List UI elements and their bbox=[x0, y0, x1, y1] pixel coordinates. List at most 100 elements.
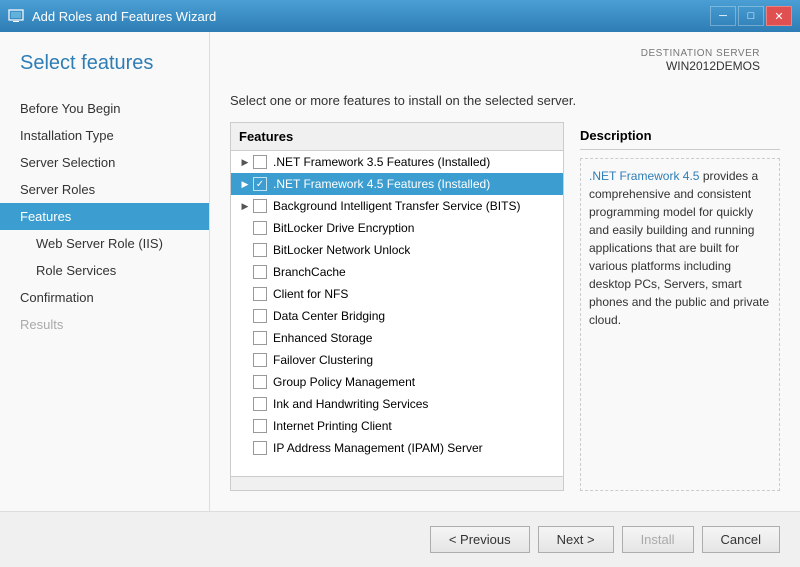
cancel-button[interactable]: Cancel bbox=[702, 526, 780, 553]
feature-label-bitlocker-network: BitLocker Network Unlock bbox=[273, 243, 410, 257]
expand-icon-ipam bbox=[237, 440, 253, 456]
description-link[interactable]: .NET Framework 4.5 bbox=[589, 169, 699, 183]
feature-item-bitlocker[interactable]: BitLocker Drive Encryption bbox=[231, 217, 563, 239]
feature-label-enhanced-storage: Enhanced Storage bbox=[273, 331, 372, 345]
checkbox-bitlocker-network[interactable] bbox=[253, 243, 267, 257]
feature-item-datacenter-bridging[interactable]: Data Center Bridging bbox=[231, 305, 563, 327]
expand-icon-branchcache bbox=[237, 264, 253, 280]
sidebar-item-server-roles[interactable]: Server Roles bbox=[0, 176, 209, 203]
app-icon bbox=[8, 8, 24, 24]
feature-item-internet-printing[interactable]: Internet Printing Client bbox=[231, 415, 563, 437]
feature-item-branchcache[interactable]: BranchCache bbox=[231, 261, 563, 283]
checkbox-dotnet45[interactable]: ✓ bbox=[253, 177, 267, 191]
previous-button[interactable]: < Previous bbox=[430, 526, 530, 553]
feature-item-nfs-client[interactable]: Client for NFS bbox=[231, 283, 563, 305]
checkbox-ink-handwriting[interactable] bbox=[253, 397, 267, 411]
sidebar-item-role-services[interactable]: Role Services bbox=[0, 257, 209, 284]
checkbox-bitlocker[interactable] bbox=[253, 221, 267, 235]
feature-label-ink-handwriting: Ink and Handwriting Services bbox=[273, 397, 428, 411]
content-area: Select one or more features to install o… bbox=[210, 73, 800, 511]
feature-label-dotnet35: .NET Framework 3.5 Features (Installed) bbox=[273, 155, 490, 169]
feature-item-bitlocker-network[interactable]: BitLocker Network Unlock bbox=[231, 239, 563, 261]
expand-icon-datacenter-bridging bbox=[237, 308, 253, 324]
sidebar: Select features Before You BeginInstalla… bbox=[0, 32, 210, 511]
dest-server-name: WIN2012DEMOS bbox=[641, 59, 760, 73]
feature-label-bitlocker: BitLocker Drive Encryption bbox=[273, 221, 414, 235]
window-title: Add Roles and Features Wizard bbox=[32, 9, 216, 24]
sidebar-item-before-you-begin[interactable]: Before You Begin bbox=[0, 95, 209, 122]
sidebar-item-server-selection[interactable]: Server Selection bbox=[0, 149, 209, 176]
title-bar-left: Add Roles and Features Wizard bbox=[8, 8, 216, 24]
description-body: provides a comprehensive and consistent … bbox=[589, 169, 769, 327]
sidebar-item-confirmation[interactable]: Confirmation bbox=[0, 284, 209, 311]
feature-item-group-policy[interactable]: Group Policy Management bbox=[231, 371, 563, 393]
features-list[interactable]: ▶ .NET Framework 3.5 Features (Installed)… bbox=[231, 151, 563, 476]
checkbox-nfs-client[interactable] bbox=[253, 287, 267, 301]
title-bar: Add Roles and Features Wizard ─ □ ✕ bbox=[0, 0, 800, 32]
sidebar-item-features[interactable]: Features bbox=[0, 203, 209, 230]
sidebar-title: Select features bbox=[0, 52, 209, 95]
checkbox-failover-clustering[interactable] bbox=[253, 353, 267, 367]
window-controls: ─ □ ✕ bbox=[710, 6, 792, 26]
dest-server-label: DESTINATION SERVER bbox=[641, 48, 760, 59]
feature-item-enhanced-storage[interactable]: Enhanced Storage bbox=[231, 327, 563, 349]
h-scrollbar[interactable] bbox=[231, 477, 563, 491]
checkbox-ipam[interactable] bbox=[253, 441, 267, 455]
feature-label-datacenter-bridging: Data Center Bridging bbox=[273, 309, 385, 323]
feature-label-ipam: IP Address Management (IPAM) Server bbox=[273, 441, 483, 455]
feature-item-dotnet45[interactable]: ▶✓ .NET Framework 4.5 Features (Installed… bbox=[231, 173, 563, 195]
feature-label-internet-printing: Internet Printing Client bbox=[273, 419, 392, 433]
expand-icon-nfs-client bbox=[237, 286, 253, 302]
main-container: Select features Before You BeginInstalla… bbox=[0, 32, 800, 567]
sidebar-item-web-server-role[interactable]: Web Server Role (IIS) bbox=[0, 230, 209, 257]
checkbox-datacenter-bridging[interactable] bbox=[253, 309, 267, 323]
checkbox-group-policy[interactable] bbox=[253, 375, 267, 389]
checkbox-enhanced-storage[interactable] bbox=[253, 331, 267, 345]
feature-label-group-policy: Group Policy Management bbox=[273, 375, 415, 389]
sidebar-nav: Before You BeginInstallation TypeServer … bbox=[0, 95, 209, 338]
top-section: Select features Before You BeginInstalla… bbox=[0, 32, 800, 511]
features-header: Features bbox=[231, 123, 563, 151]
checkbox-bits[interactable] bbox=[253, 199, 267, 213]
feature-item-failover-clustering[interactable]: Failover Clustering bbox=[231, 349, 563, 371]
expand-icon-ink-handwriting bbox=[237, 396, 253, 412]
expand-icon-failover-clustering bbox=[237, 352, 253, 368]
features-panel: Features ▶ .NET Framework 3.5 Features (I… bbox=[230, 122, 564, 491]
dest-server-row: DESTINATION SERVER WIN2012DEMOS bbox=[210, 32, 800, 73]
feature-label-failover-clustering: Failover Clustering bbox=[273, 353, 373, 367]
checkbox-dotnet35[interactable] bbox=[253, 155, 267, 169]
expand-icon-dotnet45[interactable]: ▶ bbox=[237, 176, 253, 192]
destination-server: DESTINATION SERVER WIN2012DEMOS bbox=[641, 40, 780, 73]
feature-label-nfs-client: Client for NFS bbox=[273, 287, 348, 301]
maximize-button[interactable]: □ bbox=[738, 6, 764, 26]
description-panel: Description .NET Framework 4.5 provides … bbox=[580, 122, 780, 491]
expand-icon-group-policy bbox=[237, 374, 253, 390]
install-button[interactable]: Install bbox=[622, 526, 694, 553]
next-button[interactable]: Next > bbox=[538, 526, 614, 553]
feature-label-dotnet45: .NET Framework 4.5 Features (Installed) bbox=[273, 177, 490, 191]
content-instruction: Select one or more features to install o… bbox=[230, 93, 780, 108]
expand-icon-internet-printing bbox=[237, 418, 253, 434]
feature-label-branchcache: BranchCache bbox=[273, 265, 346, 279]
feature-item-ipam[interactable]: IP Address Management (IPAM) Server bbox=[231, 437, 563, 459]
description-header: Description bbox=[580, 122, 780, 150]
checkbox-internet-printing[interactable] bbox=[253, 419, 267, 433]
feature-item-bits[interactable]: ▶ Background Intelligent Transfer Service… bbox=[231, 195, 563, 217]
top-content: DESTINATION SERVER WIN2012DEMOS Select o… bbox=[210, 32, 800, 511]
bottom-bar: < Previous Next > Install Cancel bbox=[0, 511, 800, 567]
expand-icon-enhanced-storage bbox=[237, 330, 253, 346]
expand-icon-dotnet35[interactable]: ▶ bbox=[237, 154, 253, 170]
feature-item-dotnet35[interactable]: ▶ .NET Framework 3.5 Features (Installed) bbox=[231, 151, 563, 173]
expand-icon-bits[interactable]: ▶ bbox=[237, 198, 253, 214]
expand-icon-bitlocker-network bbox=[237, 242, 253, 258]
sidebar-item-installation-type[interactable]: Installation Type bbox=[0, 122, 209, 149]
content-columns: Features ▶ .NET Framework 3.5 Features (I… bbox=[230, 122, 780, 491]
checkbox-branchcache[interactable] bbox=[253, 265, 267, 279]
minimize-button[interactable]: ─ bbox=[710, 6, 736, 26]
sidebar-item-results: Results bbox=[0, 311, 209, 338]
features-scrollbar[interactable] bbox=[231, 476, 563, 490]
feature-item-ink-handwriting[interactable]: Ink and Handwriting Services bbox=[231, 393, 563, 415]
description-text: .NET Framework 4.5 provides a comprehens… bbox=[580, 158, 780, 491]
feature-label-bits: Background Intelligent Transfer Service … bbox=[273, 199, 520, 213]
close-button[interactable]: ✕ bbox=[766, 6, 792, 26]
